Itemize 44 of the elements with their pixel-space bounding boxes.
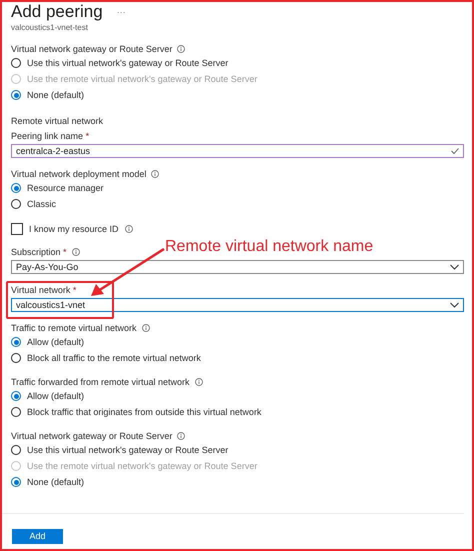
chevron-down-icon xyxy=(450,302,459,308)
option-label: Resource manager xyxy=(27,183,104,193)
section-heading: Remote virtual network xyxy=(11,116,104,126)
checkmark-icon xyxy=(451,148,459,154)
radio-button[interactable] xyxy=(11,337,21,347)
radio-button[interactable] xyxy=(11,199,21,209)
field-label: Virtual network deployment model xyxy=(11,168,146,178)
checkbox-label: I know my resource ID xyxy=(29,224,119,234)
dropdown[interactable]: Pay-As-You-Go xyxy=(11,260,464,274)
page-title: Add peering xyxy=(11,2,103,22)
field-label: Virtual network gateway or Route Server xyxy=(11,44,172,54)
checkbox[interactable] xyxy=(11,223,23,235)
radio-button[interactable] xyxy=(11,407,21,417)
option-label: Use the remote virtual network's gateway or Route Server xyxy=(27,74,258,84)
dropdown[interactable]: valcoustics1-vnet xyxy=(11,298,464,312)
field-label: Traffic forwarded from remote virtual network xyxy=(11,376,190,386)
chevron-down-icon xyxy=(450,264,459,270)
field-label: Traffic to remote virtual network xyxy=(11,322,137,332)
option-label: Use this virtual network's gateway or Route Server xyxy=(27,445,228,455)
field-label: Virtual network gateway or Route Server xyxy=(11,430,172,440)
field-label: Subscription * xyxy=(11,246,67,256)
option-label: Allow (default) xyxy=(27,391,84,401)
page-subtitle: valcoustics1-vnet-test xyxy=(11,23,89,32)
more-menu[interactable]: ··· xyxy=(116,7,126,17)
option-label: Allow (default) xyxy=(27,337,84,347)
radio-button[interactable] xyxy=(11,477,21,487)
radio-button[interactable] xyxy=(11,183,21,193)
option-label: Block traffic that originates from outside this virtual network xyxy=(27,407,262,417)
radio-button[interactable] xyxy=(11,391,21,401)
radio-button[interactable] xyxy=(11,58,21,68)
option-label: Use the remote virtual network's gateway or Route Server xyxy=(27,461,258,471)
option-label: None (default) xyxy=(27,477,84,487)
option-label: None (default) xyxy=(27,90,84,100)
radio-button[interactable] xyxy=(11,445,21,455)
field-label: Peering link name * xyxy=(11,130,90,140)
option-label: Use this virtual network's gateway or Route Server xyxy=(27,58,228,68)
option-label: Classic xyxy=(27,199,56,209)
radio-button[interactable] xyxy=(11,90,21,100)
field-label: Virtual network * xyxy=(11,284,76,294)
text-field[interactable]: centralca-2-eastus xyxy=(11,144,464,158)
option-label: Block all traffic to the remote virtual network xyxy=(27,353,201,363)
radio-button[interactable] xyxy=(11,353,21,363)
add-button[interactable]: Add xyxy=(12,528,63,544)
callout-text: Remote virtual network name xyxy=(165,238,374,256)
